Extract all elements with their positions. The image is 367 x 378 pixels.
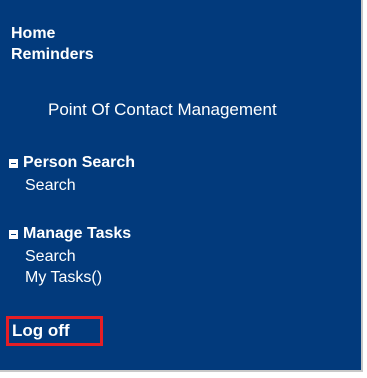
manage-tasks-section-title: Manage Tasks bbox=[23, 225, 132, 242]
logoff-label: Log off bbox=[12, 321, 70, 340]
navigation-panel: Home Reminders Point Of Contact Manageme… bbox=[0, 0, 363, 372]
person-search-section-title: Person Search bbox=[23, 154, 136, 171]
my-tasks-link[interactable]: My Tasks() bbox=[25, 269, 102, 287]
logoff-link[interactable]: Log off bbox=[6, 316, 103, 346]
nav-reminders-link[interactable]: Reminders bbox=[11, 46, 94, 64]
nav-home-link[interactable]: Home bbox=[11, 25, 55, 43]
manage-tasks-section-header[interactable]: Manage Tasks bbox=[9, 225, 131, 243]
collapse-icon[interactable] bbox=[9, 158, 18, 168]
nav-point-of-contact-link[interactable]: Point Of Contact Management bbox=[48, 100, 277, 120]
collapse-icon[interactable] bbox=[9, 229, 18, 239]
task-search-link[interactable]: Search bbox=[25, 248, 76, 266]
person-search-section-header[interactable]: Person Search bbox=[9, 154, 135, 172]
person-search-link[interactable]: Search bbox=[25, 177, 76, 195]
